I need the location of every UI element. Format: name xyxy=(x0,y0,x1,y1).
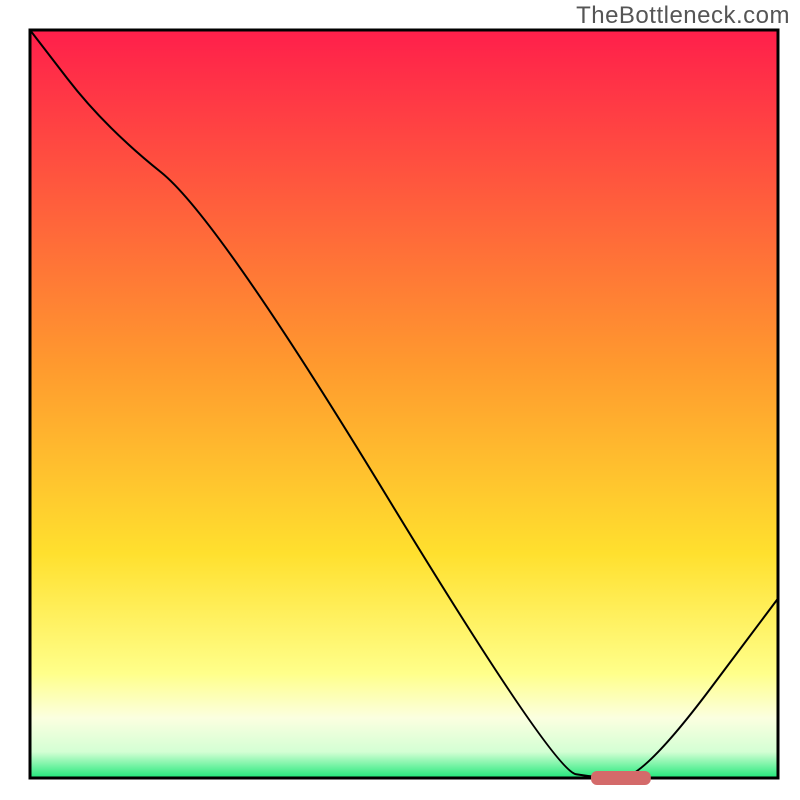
gradient-area xyxy=(30,30,778,778)
watermark-text: TheBottleneck.com xyxy=(576,2,790,30)
optimal-marker xyxy=(591,771,651,785)
chart-frame: TheBottleneck.com xyxy=(0,0,800,800)
bottleneck-chart xyxy=(0,0,800,800)
